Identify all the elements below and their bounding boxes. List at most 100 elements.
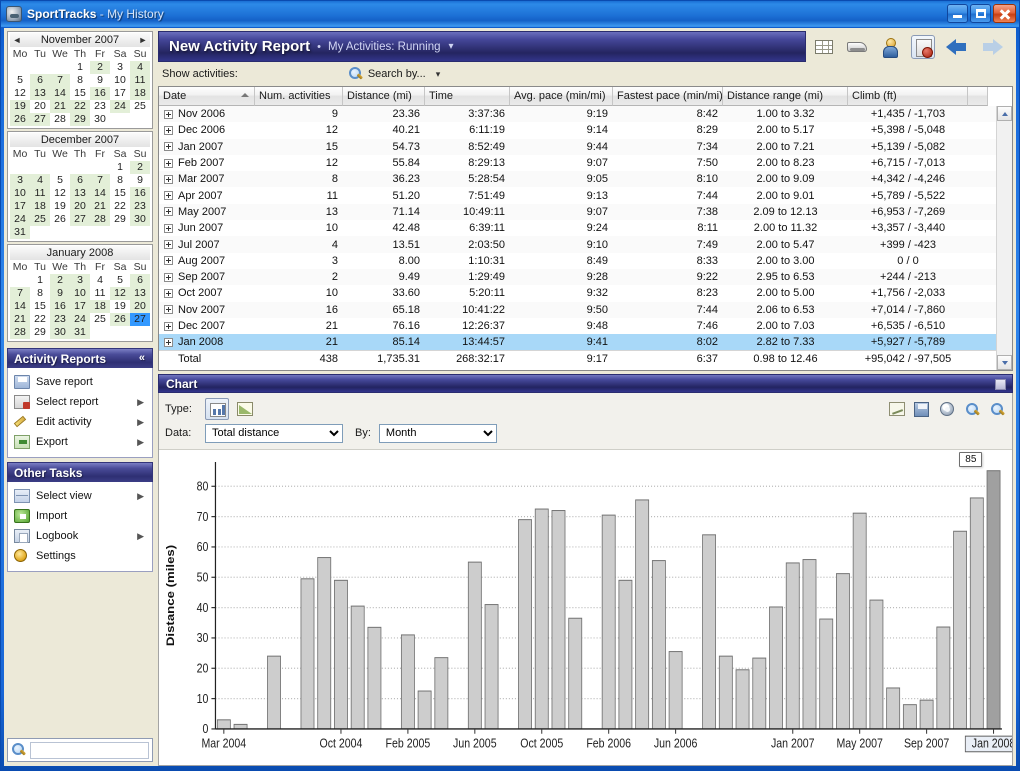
calendar-day[interactable]: 15	[70, 87, 90, 100]
calendar-day[interactable]: 7	[50, 74, 70, 87]
calendar-day[interactable]: 19	[110, 300, 130, 313]
forward-arrow-icon[interactable]	[979, 35, 1005, 59]
calendar-day[interactable]: 8	[30, 287, 50, 300]
calendar-day[interactable]: 18	[130, 87, 150, 100]
calendar-day[interactable]: 18	[30, 200, 50, 213]
table-row[interactable]: Mar 2007 8 36.23 5:28:54 9:05 8:10 2.00 to 9.0…	[159, 171, 996, 188]
calendar-day[interactable]: 14	[90, 187, 110, 200]
bar[interactable]	[417, 690, 432, 730]
task-select-view[interactable]: Select view ▶	[8, 486, 152, 506]
calendar-day[interactable]: 3	[10, 174, 30, 187]
expand-icon[interactable]	[164, 223, 173, 233]
calendar-day[interactable]: 15	[110, 187, 130, 200]
bar-chart-type-icon[interactable]	[205, 398, 229, 420]
calendar-day[interactable]: 27	[130, 313, 150, 326]
bar[interactable]	[534, 508, 549, 730]
zoom-in-icon[interactable]	[964, 401, 981, 418]
calendar-day[interactable]: 10	[70, 287, 90, 300]
bar[interactable]	[467, 561, 482, 730]
calendar-day[interactable]: 5	[50, 174, 70, 187]
calendar-day[interactable]: 8	[110, 174, 130, 187]
column-header-blank[interactable]	[968, 87, 988, 106]
calendar-day[interactable]: 30	[50, 326, 70, 339]
area-chart-type-icon[interactable]	[233, 398, 257, 420]
calendar-day[interactable]: 11	[130, 74, 150, 87]
calendar-day[interactable]: 1	[110, 161, 130, 174]
table-row[interactable]: Jan 2008 21 85.14 13:44:57 9:41 8:02 2.82 to 7…	[159, 334, 996, 351]
bar[interactable]	[953, 530, 968, 730]
expand-icon[interactable]	[164, 191, 173, 201]
refresh-icon[interactable]	[939, 401, 956, 418]
calendar-day[interactable]: 20	[30, 100, 50, 113]
table-row[interactable]: Jan 2007 15 54.73 8:52:49 9:44 7:34 2.00 to 7.…	[159, 138, 996, 155]
calendar-day[interactable]: 19	[50, 200, 70, 213]
expand-icon[interactable]	[164, 272, 173, 282]
calendar-day[interactable]: 29	[30, 326, 50, 339]
calendar-day[interactable]: 4	[130, 61, 150, 74]
report-subtitle[interactable]: My Activities: Running	[328, 41, 441, 53]
calendar-day[interactable]: 26	[10, 113, 30, 126]
calendar-day[interactable]: 16	[50, 300, 70, 313]
bar[interactable]	[769, 606, 783, 730]
calendar-day[interactable]: 10	[110, 74, 130, 87]
task-edit-activity[interactable]: Edit activity ▶	[8, 412, 152, 432]
column-header-climb-ft[interactable]: Climb (ft)	[848, 87, 968, 106]
task-logbook[interactable]: Logbook ▶	[8, 526, 152, 546]
column-header-avg-pace-min-mi[interactable]: Avg. pace (min/mi)	[510, 87, 613, 106]
bar[interactable]	[601, 514, 616, 730]
bar[interactable]	[317, 557, 332, 730]
save-chart-icon[interactable]	[914, 401, 931, 418]
calendar-day[interactable]: 21	[50, 100, 70, 113]
expand-icon[interactable]	[164, 109, 173, 119]
expand-icon[interactable]	[164, 125, 173, 135]
calendar-day[interactable]: 29	[110, 213, 130, 226]
calendar-day[interactable]: 23	[130, 200, 150, 213]
calendar-day[interactable]: 14	[10, 300, 30, 313]
calendar-day[interactable]: 25	[90, 313, 110, 326]
calendar-day[interactable]: 16	[130, 187, 150, 200]
calendar-november[interactable]: ◄ November 2007 ► Mo Tu We Th Fr Sa Su 1…	[7, 31, 153, 129]
bar[interactable]	[852, 512, 867, 730]
calendar-day[interactable]: 1	[70, 61, 90, 74]
task-export[interactable]: Export ▶	[8, 432, 152, 452]
minimize-button[interactable]	[947, 4, 968, 23]
scroll-up-button[interactable]	[997, 106, 1012, 121]
bar[interactable]	[334, 579, 348, 730]
calendar-day[interactable]: 23	[50, 313, 70, 326]
bar[interactable]	[802, 559, 817, 730]
calendar-day[interactable]: 17	[70, 300, 90, 313]
task-settings[interactable]: Settings	[8, 546, 152, 566]
table-row[interactable]: Sep 2007 2 9.49 1:29:49 9:28 9:22 2.95 to 6.53…	[159, 268, 996, 286]
bar[interactable]	[568, 617, 583, 730]
panel-pin-icon[interactable]	[995, 379, 1006, 390]
bar[interactable]	[735, 669, 750, 730]
expand-icon[interactable]	[164, 337, 173, 347]
maximize-button[interactable]	[970, 4, 991, 23]
calendar-day[interactable]: 28	[50, 113, 70, 126]
bar[interactable]	[651, 560, 666, 730]
bar[interactable]	[551, 510, 566, 730]
column-header-distance-range-mi[interactable]: Distance range (mi)	[723, 87, 848, 106]
expand-icon[interactable]	[164, 305, 173, 315]
column-header-distance-mi[interactable]: Distance (mi)	[343, 87, 425, 106]
calendar-december[interactable]: December 2007 Mo Tu We Th Fr Sa Su 12345…	[7, 131, 153, 242]
bar[interactable]	[635, 499, 650, 730]
calendar-day[interactable]: 5	[10, 74, 30, 87]
other-tasks-header[interactable]: Other Tasks	[7, 462, 153, 482]
expand-icon[interactable]	[164, 256, 173, 266]
calendar-day[interactable]: 2	[90, 61, 110, 74]
calendar-day[interactable]: 3	[70, 274, 90, 287]
calendar-day[interactable]: 5	[110, 274, 130, 287]
bar[interactable]	[718, 655, 733, 730]
calendar-day[interactable]: 2	[130, 161, 150, 174]
calendar-day[interactable]: 24	[110, 100, 130, 113]
table-row[interactable]: Nov 2006 9 23.36 3:37:36 9:19 8:42 1.00 to 3.3…	[159, 106, 996, 123]
bar[interactable]	[702, 534, 717, 730]
table-row[interactable]: May 2007 13 71.14 10:49:11 9:07 7:38 2.09 to 1…	[159, 203, 996, 221]
search-by-dropdown[interactable]: Search by... ▾	[348, 66, 440, 82]
column-header-num-activities[interactable]: Num. activities	[255, 87, 343, 106]
bar[interactable]	[518, 519, 532, 730]
calendar-day[interactable]: 24	[10, 213, 30, 226]
calendar-day[interactable]: 16	[90, 87, 110, 100]
calendar-day[interactable]: 11	[30, 187, 50, 200]
